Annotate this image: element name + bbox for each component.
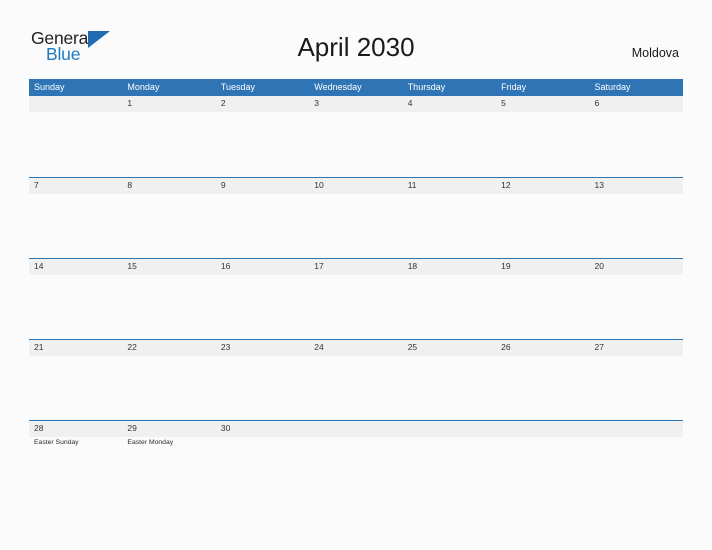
day-cell[interactable]: 22	[122, 339, 215, 420]
day-number: 11	[407, 180, 417, 190]
calendar-page: General Blue April 2030 Moldova Sunday Mo…	[0, 0, 712, 550]
weeks-container: 1 2 3 4 5 6 7 8 9 10 11 12 13 14 15 16 17 18 19 20 21 22 23 24 2…	[29, 96, 683, 501]
week-cells: 7 8 9 10 11 12 13	[29, 177, 683, 258]
day-cell[interactable]: 26	[496, 339, 589, 420]
day-number: 13	[594, 180, 604, 190]
week-cells: 28 Easter Sunday 29 Easter Monday 30	[29, 420, 683, 501]
weekday-header-saturday: Saturday	[594, 82, 631, 92]
week-cells: 14 15 16 17 18 19 20	[29, 258, 683, 339]
day-cell[interactable]: 11	[403, 177, 496, 258]
day-number: 22	[127, 342, 137, 352]
day-number: 2	[220, 98, 226, 108]
day-cell[interactable]: 29 Easter Monday	[122, 420, 215, 501]
day-cell[interactable]: 9	[216, 177, 309, 258]
day-cell[interactable]: 12	[496, 177, 589, 258]
weekday-header-tuesday: Tuesday	[220, 82, 256, 92]
day-cell[interactable]: 24	[309, 339, 402, 420]
day-cell[interactable]: 13	[590, 177, 683, 258]
day-number: 4	[407, 98, 413, 108]
day-cell[interactable]: 1	[122, 96, 215, 177]
day-cell-empty	[309, 420, 402, 501]
day-cell[interactable]: 4	[403, 96, 496, 177]
weekday-header-wednesday: Wednesday	[314, 82, 362, 92]
day-cell-empty	[29, 96, 122, 177]
calendar-week-row: 7 8 9 10 11 12 13	[29, 177, 683, 258]
calendar-week-row: 14 15 16 17 18 19 20	[29, 258, 683, 339]
weekday-header-monday: Monday	[127, 82, 160, 92]
day-number: 21	[34, 342, 44, 352]
holiday-event: Easter Monday	[127, 439, 174, 446]
week-cells: 21 22 23 24 25 26 27	[29, 339, 683, 420]
day-cell[interactable]: 5	[496, 96, 589, 177]
day-cell[interactable]: 3	[309, 96, 402, 177]
calendar-week-row: 1 2 3 4 5 6	[29, 96, 683, 177]
day-number: 26	[501, 342, 511, 352]
day-number: 23	[220, 342, 231, 352]
day-cell-empty	[403, 420, 496, 501]
page-header: General Blue April 2030 Moldova	[0, 0, 712, 79]
day-number: 20	[594, 261, 604, 271]
day-cell[interactable]: 7	[29, 177, 122, 258]
calendar-grid: Sunday Monday Tuesday Wednesday Thursday Frid…	[29, 79, 683, 501]
weekday-header-row: Sunday Monday Tuesday Wednesday Thursday Frid…	[29, 79, 683, 96]
day-cell[interactable]: 19	[496, 258, 589, 339]
page-title: April 2030	[297, 32, 415, 62]
day-number: 3	[314, 98, 319, 108]
day-number: 1	[127, 98, 133, 108]
weekday-header-friday: Friday	[501, 82, 527, 92]
day-number: 14	[34, 261, 44, 271]
week-cells: 1 2 3 4 5 6	[29, 96, 683, 177]
day-number: 7	[34, 180, 39, 190]
day-number: 17	[314, 261, 324, 271]
day-cell-empty	[590, 420, 683, 501]
day-number: 8	[127, 180, 133, 190]
day-events: Easter Sunday	[34, 438, 122, 447]
day-number: 27	[594, 342, 604, 352]
holiday-event: Easter Sunday	[34, 439, 79, 446]
day-cell[interactable]: 20	[590, 258, 683, 339]
calendar-week-row: 28 Easter Sunday 29 Easter Monday 30	[29, 420, 683, 501]
day-number: 19	[501, 261, 511, 271]
day-cell[interactable]: 30	[216, 420, 309, 501]
day-cell-empty	[496, 420, 589, 501]
day-number: 9	[220, 180, 226, 190]
day-cell[interactable]: 8	[122, 177, 215, 258]
day-cell[interactable]: 14	[29, 258, 122, 339]
day-cell[interactable]: 16	[216, 258, 309, 339]
day-number: 18	[407, 261, 418, 271]
day-number: 5	[501, 98, 506, 108]
day-cell[interactable]: 23	[216, 339, 309, 420]
day-events: Easter Monday	[127, 438, 215, 447]
day-number: 28	[34, 423, 44, 433]
calendar-week-row: 21 22 23 24 25 26 27	[29, 339, 683, 420]
day-number: 10	[314, 180, 324, 190]
day-number: 30	[220, 423, 231, 433]
day-cell[interactable]: 21	[29, 339, 122, 420]
day-number: 16	[220, 261, 231, 271]
day-cell[interactable]: 17	[309, 258, 402, 339]
weekday-header-sunday: Sunday	[34, 82, 65, 92]
day-cell[interactable]: 6	[590, 96, 683, 177]
day-cell[interactable]: 10	[309, 177, 402, 258]
day-cell[interactable]: 28 Easter Sunday	[29, 420, 122, 501]
day-number: 15	[127, 261, 137, 271]
day-cell[interactable]: 15	[122, 258, 215, 339]
day-number: 24	[314, 342, 324, 352]
day-number: 6	[594, 98, 600, 108]
day-cell[interactable]: 2	[216, 96, 309, 177]
day-cell[interactable]: 27	[590, 339, 683, 420]
weekday-header-thursday: Thursday	[407, 82, 446, 92]
day-cell[interactable]: 18	[403, 258, 496, 339]
day-cell[interactable]: 25	[403, 339, 496, 420]
day-number: 25	[407, 342, 418, 352]
country-label: Moldova	[631, 46, 679, 60]
day-number: 12	[501, 180, 511, 190]
day-number: 29	[127, 423, 137, 433]
